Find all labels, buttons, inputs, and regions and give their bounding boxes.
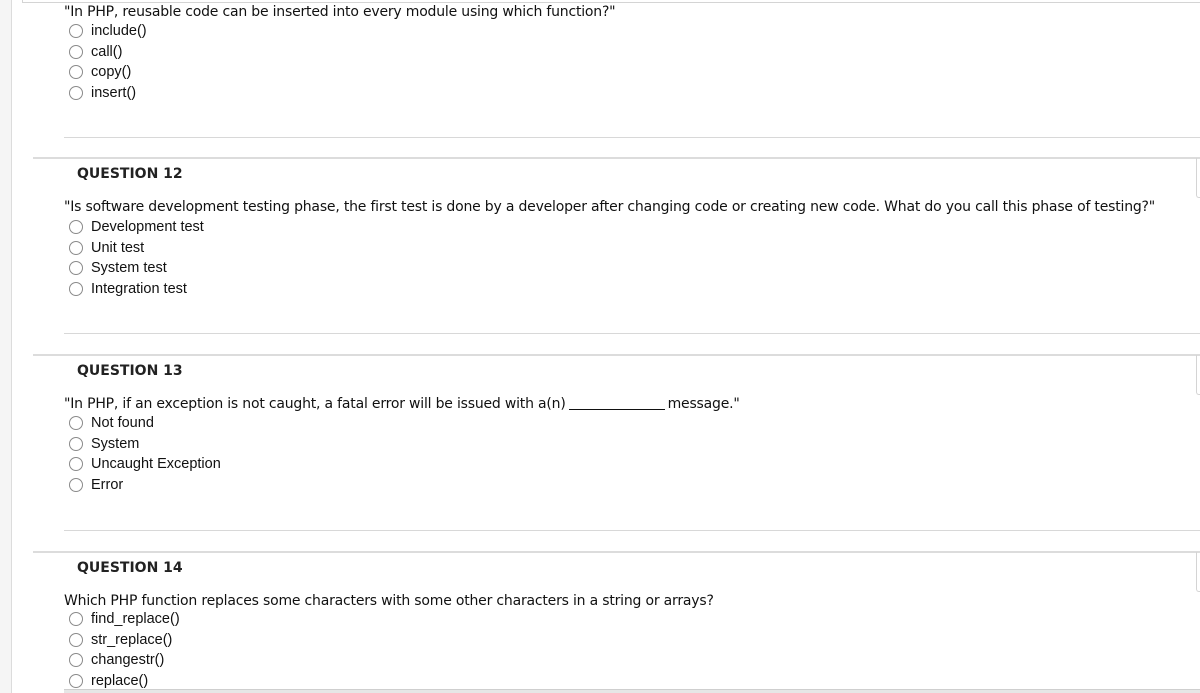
answer-option[interactable]: Uncaught Exception — [69, 454, 221, 475]
answer-divider — [64, 689, 1200, 693]
answer-option[interactable]: Development test — [69, 217, 204, 238]
radio-button[interactable] — [69, 85, 83, 100]
answer-option[interactable]: System test — [69, 258, 204, 279]
answer-option[interactable]: changestr() — [69, 650, 180, 671]
answer-option[interactable]: Integration test — [69, 279, 204, 300]
option-label: replace() — [91, 672, 149, 689]
previous-question-box-edge — [22, 0, 1200, 3]
radio-button[interactable] — [69, 457, 83, 472]
radio-button[interactable] — [69, 44, 83, 59]
question-prompt: "Is software development testing phase, … — [64, 199, 1156, 215]
option-label: Not found — [91, 415, 154, 432]
option-label: insert() — [91, 84, 137, 101]
radio-button[interactable] — [69, 220, 83, 235]
answer-option[interactable]: Error — [69, 475, 221, 496]
answer-option[interactable]: str_replace() — [69, 630, 180, 651]
option-label: include() — [91, 23, 147, 40]
answer-option[interactable]: find_replace() — [69, 609, 180, 630]
radio-button[interactable] — [69, 281, 83, 296]
question-points-box-edge — [1196, 552, 1200, 592]
question-heading: QUESTION 13 — [77, 363, 183, 379]
radio-button[interactable] — [69, 477, 83, 492]
prompt-text-before-blank: "In PHP, if an exception is not caught, … — [64, 396, 566, 412]
option-label: System test — [91, 260, 167, 277]
question-divider — [33, 551, 1200, 553]
option-label: Uncaught Exception — [91, 456, 221, 473]
question-prompt: "In PHP, if an exception is not caught, … — [64, 396, 740, 412]
radio-button[interactable] — [69, 416, 83, 431]
left-sidebar-strip — [0, 0, 12, 693]
question-heading: QUESTION 12 — [77, 166, 183, 182]
option-label: Error — [91, 476, 124, 493]
question-heading: QUESTION 14 — [77, 560, 183, 576]
answer-option[interactable]: replace() — [69, 671, 180, 692]
radio-button[interactable] — [69, 240, 83, 255]
answer-option[interactable]: include() — [69, 21, 147, 42]
question-divider — [33, 157, 1200, 159]
answer-option[interactable]: copy() — [69, 62, 147, 83]
answer-divider — [64, 137, 1200, 138]
radio-button[interactable] — [69, 632, 83, 647]
question-prompt: Which PHP function replaces some charact… — [64, 593, 714, 609]
answer-options: Not found System Uncaught Exception Erro… — [69, 413, 221, 495]
radio-button[interactable] — [69, 436, 83, 451]
radio-button[interactable] — [69, 653, 83, 668]
answer-option[interactable]: insert() — [69, 83, 147, 104]
answer-divider — [64, 530, 1200, 531]
fill-in-blank-line — [568, 409, 665, 410]
radio-button[interactable] — [69, 673, 83, 688]
option-label: Development test — [91, 219, 204, 236]
answer-option[interactable]: Not found — [69, 413, 221, 434]
prompt-text-after-blank: message." — [667, 396, 740, 412]
question-prompt: "In PHP, reusable code can be inserted i… — [64, 4, 616, 20]
answer-options: find_replace() str_replace() changestr()… — [69, 609, 180, 691]
question-points-box-edge — [1196, 158, 1200, 198]
radio-button[interactable] — [69, 261, 83, 276]
radio-button[interactable] — [69, 612, 83, 627]
answer-options: include() call() copy() insert() — [69, 21, 147, 103]
option-label: call() — [91, 43, 123, 60]
answer-option[interactable]: System — [69, 434, 221, 455]
option-label: Unit test — [91, 239, 145, 256]
option-label: Integration test — [91, 280, 187, 297]
option-label: changestr() — [91, 652, 165, 669]
answer-options: Development test Unit test System test I… — [69, 217, 204, 299]
answer-divider — [64, 333, 1200, 334]
option-label: find_replace() — [91, 611, 180, 628]
option-label: copy() — [91, 64, 132, 81]
answer-option[interactable]: call() — [69, 42, 147, 63]
answer-option[interactable]: Unit test — [69, 238, 204, 259]
question-divider — [33, 354, 1200, 356]
radio-button[interactable] — [69, 65, 83, 80]
radio-button[interactable] — [69, 24, 83, 39]
option-label: str_replace() — [91, 631, 173, 648]
option-label: System — [91, 435, 140, 452]
question-points-box-edge — [1196, 355, 1200, 395]
